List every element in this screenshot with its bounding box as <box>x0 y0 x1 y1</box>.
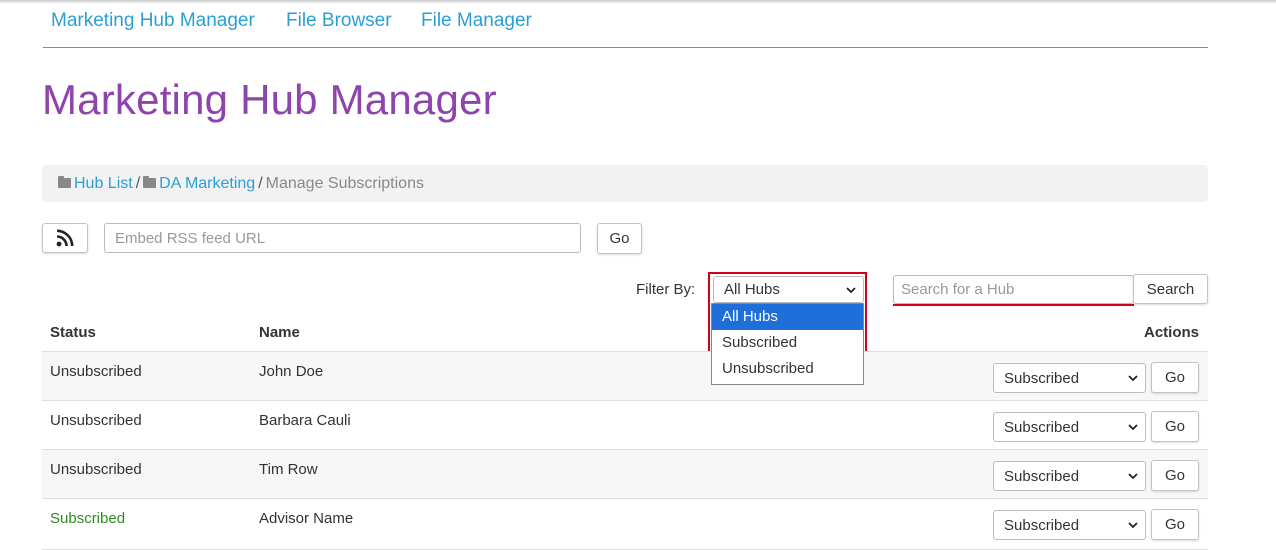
nav-link-marketing-hub-manager[interactable]: Marketing Hub Manager <box>51 10 255 32</box>
rss-go-button[interactable]: Go <box>597 223 642 254</box>
folder-icon <box>58 176 71 188</box>
row-status: Unsubscribed <box>50 363 142 380</box>
breadcrumb-separator: / <box>258 175 263 192</box>
nav-link-file-browser[interactable]: File Browser <box>286 10 392 32</box>
row-action-select[interactable]: Subscribed <box>993 461 1146 491</box>
chevron-down-icon <box>1128 375 1138 382</box>
rss-url-input[interactable]: Embed RSS feed URL <box>104 223 581 253</box>
search-button[interactable]: Search <box>1133 274 1208 304</box>
table-row: Unsubscribed John Doe Subscribed Go <box>42 351 1208 401</box>
chevron-down-icon <box>1128 424 1138 431</box>
breadcrumb-current: Manage Subscriptions <box>265 175 424 192</box>
filter-option-all-hubs[interactable]: All Hubs <box>712 304 863 330</box>
chevron-down-icon <box>1128 522 1138 529</box>
row-action-select[interactable]: Subscribed <box>993 510 1146 540</box>
breadcrumb-separator: / <box>135 175 141 192</box>
row-go-button[interactable]: Go <box>1151 362 1199 393</box>
top-shadow <box>0 0 1276 4</box>
table-row: Unsubscribed Barbara Cauli Subscribed Go <box>42 400 1208 450</box>
table-row: Unsubscribed Tim Row Subscribed Go <box>42 449 1208 499</box>
row-name: Advisor Name <box>259 510 354 527</box>
table-row: Subscribed Advisor Name Subscribed Go <box>42 498 1208 550</box>
row-go-button[interactable]: Go <box>1151 509 1199 540</box>
row-action-select[interactable]: Subscribed <box>993 363 1146 393</box>
row-status: Unsubscribed <box>50 461 142 478</box>
row-go-button[interactable]: Go <box>1151 411 1199 442</box>
row-action-select[interactable]: Subscribed <box>993 412 1146 442</box>
filter-dropdown: All Hubs Subscribed Unsubscribed <box>711 303 864 385</box>
rss-icon <box>56 229 74 247</box>
chevron-down-icon <box>1128 473 1138 480</box>
row-action-value: Subscribed <box>1004 369 1080 387</box>
filter-option-subscribed[interactable]: Subscribed <box>712 330 863 356</box>
row-status: Unsubscribed <box>50 412 142 429</box>
row-go-button[interactable]: Go <box>1151 460 1199 491</box>
hub-search-input[interactable]: Search for a Hub <box>893 275 1134 304</box>
column-header-status: Status <box>50 324 96 341</box>
column-header-name: Name <box>259 324 300 341</box>
column-header-actions: Actions <box>1143 324 1199 341</box>
row-name: John Doe <box>259 363 324 380</box>
search-highlight-underline <box>893 304 1134 306</box>
folder-icon <box>143 176 157 188</box>
nav-link-file-manager[interactable]: File Manager <box>421 10 532 32</box>
row-name: Tim Row <box>259 461 318 478</box>
rss-button[interactable] <box>42 223 88 253</box>
row-action-value: Subscribed <box>1004 467 1080 485</box>
breadcrumb-da-marketing[interactable]: DA Marketing <box>159 175 255 192</box>
row-action-value: Subscribed <box>1004 516 1080 534</box>
page-title: Marketing Hub Manager <box>42 76 497 123</box>
row-name: Barbara Cauli <box>259 412 351 429</box>
top-nav: Marketing Hub Manager File Browser File … <box>43 10 1208 48</box>
breadcrumb: Hub List / DA Marketing / Manage Subscriptio… <box>42 165 1208 202</box>
filter-label: Filter By: <box>636 281 696 298</box>
row-status: Subscribed <box>50 510 126 527</box>
breadcrumb-hub-list[interactable]: Hub List <box>74 175 133 192</box>
row-action-value: Subscribed <box>1004 418 1080 436</box>
filter-option-unsubscribed[interactable]: Unsubscribed <box>712 356 863 382</box>
